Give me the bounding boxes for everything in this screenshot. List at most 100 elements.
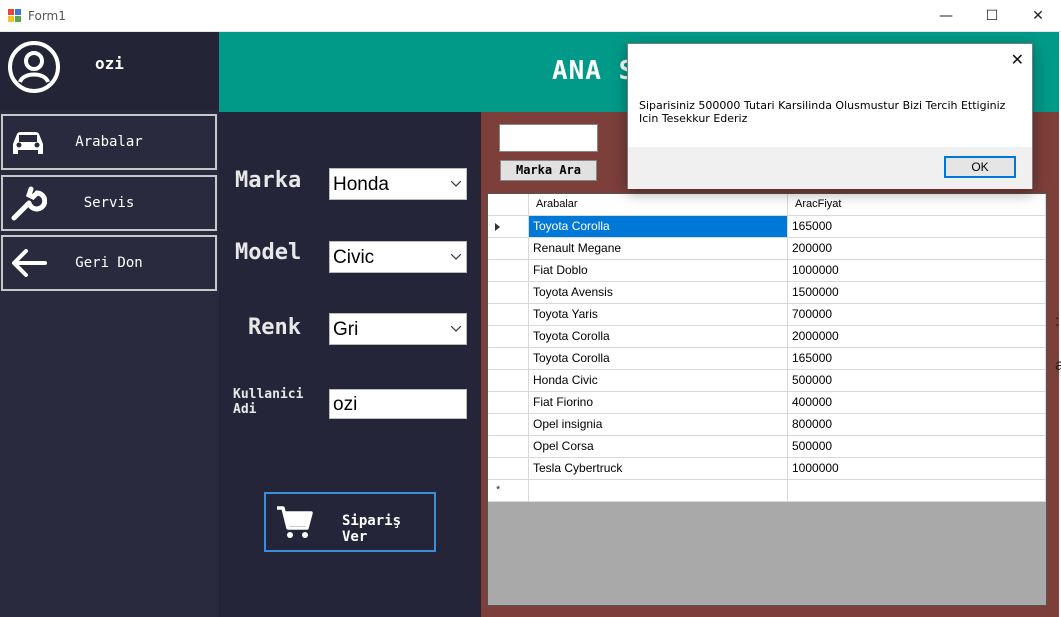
minimize-button[interactable]: — xyxy=(923,0,969,32)
current-row-icon xyxy=(495,223,500,231)
row-header[interactable]: * xyxy=(488,480,529,502)
close-window-button[interactable]: ✕ xyxy=(1015,0,1061,32)
username-label: ozi xyxy=(95,54,124,73)
car-price-cell[interactable]: 165000 xyxy=(788,216,1046,238)
search-button[interactable]: Marka Ara xyxy=(500,160,597,181)
model-label: Model xyxy=(235,240,302,265)
table-row[interactable]: Tesla Cybertruck 1000000 xyxy=(488,458,1046,480)
marka-value: Honda xyxy=(333,174,389,195)
sidebar-item-arabalar[interactable]: Arabalar xyxy=(1,114,217,170)
table-row[interactable]: Fiat Fiorino 400000 xyxy=(488,392,1046,414)
row-header[interactable] xyxy=(488,216,529,238)
car-name-cell[interactable]: Toyota Yaris xyxy=(529,304,788,326)
model-value: Civic xyxy=(333,247,375,268)
row-header[interactable] xyxy=(488,260,529,282)
car-price-cell[interactable]: 1000000 xyxy=(788,260,1046,282)
maximize-icon: ☐ xyxy=(985,8,999,24)
row-header[interactable] xyxy=(488,414,529,436)
table-row[interactable]: Toyota Corolla 165000 xyxy=(488,348,1046,370)
car-name-cell[interactable]: Tesla Cybertruck xyxy=(529,458,788,480)
car-name-cell[interactable]: Toyota Avensis xyxy=(529,282,788,304)
car-name-cell[interactable]: Toyota Corolla xyxy=(529,216,788,238)
car-price-cell[interactable]: 1000000 xyxy=(788,458,1046,480)
dialog-footer: OK xyxy=(628,147,1032,189)
username-field[interactable]: ozi xyxy=(329,389,467,419)
sidebar-item-label: Servis xyxy=(83,195,135,211)
background-text-fragment: : xyxy=(1055,313,1060,330)
new-row-cell[interactable] xyxy=(788,480,1046,502)
car-name-cell[interactable]: Toyota Corolla xyxy=(529,348,788,370)
car-price-cell[interactable]: 400000 xyxy=(788,392,1046,414)
cars-grid[interactable]: Arabalar AracFiyat Toyota Corolla 165000 R… xyxy=(487,193,1047,606)
car-name-cell[interactable]: Honda Civic xyxy=(529,370,788,392)
column-header[interactable]: AracFiyat xyxy=(788,194,1046,216)
marka-label: Marka xyxy=(235,168,302,193)
sidebar-item-label: Geri Don xyxy=(75,255,143,271)
car-price-cell[interactable]: 500000 xyxy=(788,436,1046,458)
car-name-cell[interactable]: Opel insignia xyxy=(529,414,788,436)
marka-select[interactable]: Honda xyxy=(329,168,467,200)
table-row[interactable]: Toyota Corolla 165000 xyxy=(488,216,1046,238)
row-header[interactable] xyxy=(488,238,529,260)
car-price-cell[interactable]: 1500000 xyxy=(788,282,1046,304)
user-avatar-icon xyxy=(8,41,60,93)
sidebar: ozi Arabalar Servis Geri Don xyxy=(0,32,219,617)
car-name-cell[interactable]: Renault Megane xyxy=(529,238,788,260)
close-icon[interactable]: ✕ xyxy=(1011,50,1024,69)
chevron-down-icon xyxy=(451,326,461,332)
ok-button[interactable]: OK xyxy=(944,156,1016,178)
window-title: Form1 xyxy=(28,9,66,23)
grid-corner xyxy=(488,194,529,216)
page-title: ANA S xyxy=(552,56,636,86)
car-price-cell[interactable]: 500000 xyxy=(788,370,1046,392)
row-header[interactable] xyxy=(488,370,529,392)
table-row[interactable]: Opel Corsa 500000 xyxy=(488,436,1046,458)
car-name-cell[interactable]: Fiat Fiorino xyxy=(529,392,788,414)
row-header[interactable] xyxy=(488,304,529,326)
sidebar-item-geri-don[interactable]: Geri Don xyxy=(1,235,217,291)
sidebar-item-label: Arabalar xyxy=(75,134,143,150)
new-row[interactable]: * xyxy=(488,480,1046,502)
table-row[interactable]: Toyota Yaris 700000 xyxy=(488,304,1046,326)
row-header[interactable] xyxy=(488,326,529,348)
table-row[interactable]: Toyota Corolla 2000000 xyxy=(488,326,1046,348)
user-panel: ozi xyxy=(0,32,219,110)
row-header[interactable] xyxy=(488,348,529,370)
car-price-cell[interactable]: 800000 xyxy=(788,414,1046,436)
new-row-cell[interactable] xyxy=(529,480,788,502)
adi-label: Adi xyxy=(233,402,257,417)
order-form: Marka Honda Model Civic Renk Gri Kullani… xyxy=(219,112,481,617)
sidebar-item-servis[interactable]: Servis xyxy=(1,175,217,231)
car-price-cell[interactable]: 700000 xyxy=(788,304,1046,326)
row-header[interactable] xyxy=(488,392,529,414)
row-header[interactable] xyxy=(488,282,529,304)
maximize-button[interactable]: ☐ xyxy=(969,0,1015,32)
table-row[interactable]: Renault Megane 200000 xyxy=(488,238,1046,260)
renk-select[interactable]: Gri xyxy=(329,313,467,345)
app-icon xyxy=(8,9,22,23)
message-dialog: ✕ Siparisiniz 500000 Tutari Karsilinda O… xyxy=(627,43,1033,189)
table-row[interactable]: Opel insignia 800000 xyxy=(488,414,1046,436)
username-field-value: ozi xyxy=(333,394,358,415)
table-row[interactable]: Fiat Doblo 1000000 xyxy=(488,260,1046,282)
car-name-cell[interactable]: Toyota Corolla xyxy=(529,326,788,348)
chevron-down-icon xyxy=(451,254,461,260)
car-price-cell[interactable]: 2000000 xyxy=(788,326,1046,348)
order-button-label: Sipariş Ver xyxy=(342,513,402,545)
minimize-icon: — xyxy=(939,8,953,24)
car-name-cell[interactable]: Opel Corsa xyxy=(529,436,788,458)
table-row[interactable]: Toyota Avensis 1500000 xyxy=(488,282,1046,304)
car-price-cell[interactable]: 165000 xyxy=(788,348,1046,370)
car-name-cell[interactable]: Fiat Doblo xyxy=(529,260,788,282)
search-input[interactable] xyxy=(499,124,598,152)
row-header[interactable] xyxy=(488,436,529,458)
table-row[interactable]: Honda Civic 500000 xyxy=(488,370,1046,392)
column-header[interactable]: Arabalar xyxy=(529,194,788,216)
row-header[interactable] xyxy=(488,458,529,480)
model-select[interactable]: Civic xyxy=(329,241,467,273)
car-price-cell[interactable]: 200000 xyxy=(788,238,1046,260)
background-text-fragment: a xyxy=(1055,357,1061,374)
kullanici-label: Kullanici xyxy=(233,387,304,402)
shopping-cart-icon xyxy=(277,506,313,538)
order-button[interactable]: Sipariş Ver xyxy=(264,492,436,552)
